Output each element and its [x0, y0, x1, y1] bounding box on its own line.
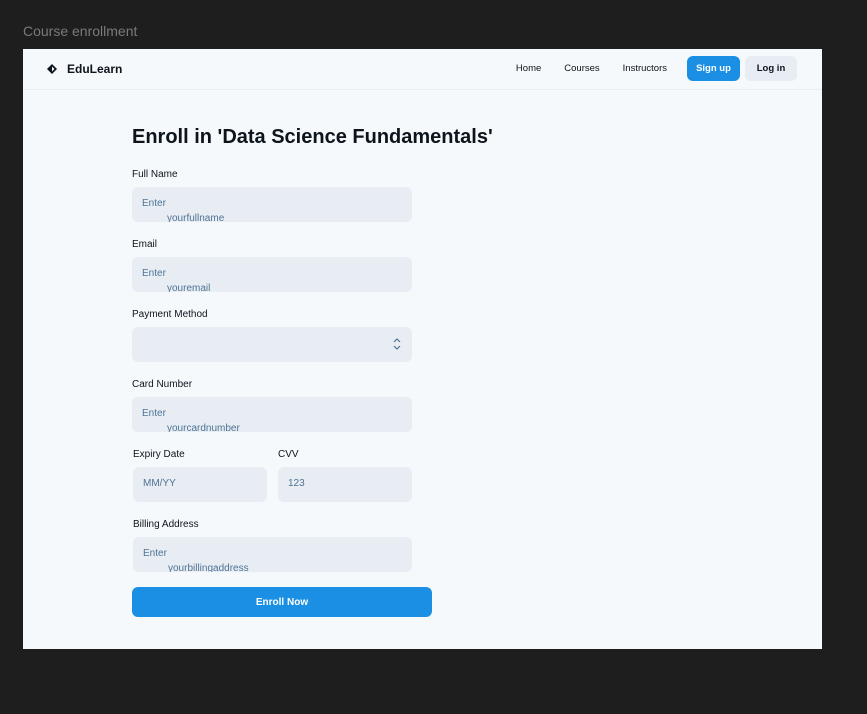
window-title: Course enrollment: [23, 23, 138, 39]
enroll-now-button[interactable]: Enroll Now: [132, 587, 432, 617]
cvv-placeholder: 123: [288, 478, 305, 489]
nav-links: Home Courses Instructors Sign up Log in: [516, 56, 797, 81]
login-button[interactable]: Log in: [745, 56, 797, 81]
expiry-date-label: Expiry Date: [133, 449, 185, 460]
full-name-placeholder-line1: Enter: [142, 198, 166, 209]
nav-link-courses[interactable]: Courses: [564, 63, 599, 74]
billing-address-placeholder-line2: yourbillingaddress: [168, 563, 249, 572]
full-name-label: Full Name: [132, 169, 178, 180]
expiry-date-placeholder: MM/YY: [143, 478, 176, 489]
nav-link-instructors[interactable]: Instructors: [623, 63, 667, 74]
card-number-label: Card Number: [132, 379, 193, 390]
logo-icon: [47, 64, 57, 74]
nav-link-home[interactable]: Home: [516, 63, 541, 74]
signup-button[interactable]: Sign up: [687, 56, 740, 81]
billing-address-label: Billing Address: [133, 519, 199, 530]
page-title: Enroll in 'Data Science Fundamentals': [132, 126, 493, 148]
card-number-placeholder-line1: Enter: [142, 408, 166, 419]
brand[interactable]: EduLearn: [47, 62, 122, 76]
card-number-placeholder-line2: yourcardnumber: [167, 423, 240, 432]
payment-method-label: Payment Method: [132, 309, 208, 320]
payment-method-select[interactable]: [132, 327, 412, 362]
email-input[interactable]: Enter youremail: [132, 257, 412, 292]
full-name-placeholder-line2: yourfullname: [167, 213, 225, 222]
billing-address-placeholder-line1: Enter: [143, 548, 167, 559]
billing-address-input[interactable]: Enter yourbillingaddress: [133, 537, 412, 572]
app-frame: EduLearn Home Courses Instructors Sign u…: [23, 49, 822, 649]
cvv-label: CVV: [278, 449, 299, 460]
cvv-input[interactable]: 123: [278, 467, 412, 502]
expiry-date-input[interactable]: MM/YY: [133, 467, 267, 502]
email-label: Email: [132, 239, 158, 250]
email-placeholder-line2: youremail: [167, 283, 211, 292]
brand-name: EduLearn: [67, 62, 123, 76]
email-placeholder-line1: Enter: [142, 268, 166, 279]
chevron-up-down-icon: [393, 338, 401, 350]
full-name-input[interactable]: Enter yourfullname: [132, 187, 412, 222]
top-nav: EduLearn Home Courses Instructors Sign u…: [23, 49, 822, 90]
card-number-input[interactable]: Enter yourcardnumber: [132, 397, 412, 432]
